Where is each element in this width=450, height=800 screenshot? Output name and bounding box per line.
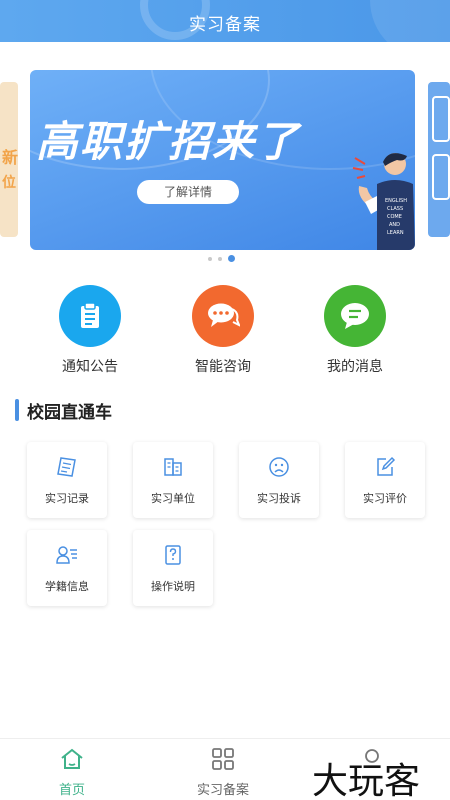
svg-text:ENGLISH: ENGLISH	[385, 198, 407, 204]
nav-home-label: 首页	[58, 783, 85, 798]
banner-slide[interactable]: 高职扩招来了 了解详情 ENGLISH CLASS COME AND LEARN	[30, 70, 415, 250]
internship-complaint-label: 实习投诉	[257, 492, 301, 505]
banner-headline: 高职扩招来了	[36, 117, 301, 166]
carousel-indicator[interactable]	[208, 255, 235, 262]
internship-evaluation-label: 实习评价	[363, 492, 407, 505]
chat-bubbles-icon	[192, 285, 254, 347]
section-title: 校园直通车	[27, 402, 112, 423]
student-status-card[interactable]: 学籍信息	[27, 530, 107, 606]
student-status-label: 学籍信息	[45, 580, 89, 593]
watermark: 大玩客	[312, 761, 421, 800]
sad-face-icon	[239, 456, 319, 478]
internship-company-label: 实习单位	[151, 492, 195, 505]
clipboard-icon	[59, 285, 121, 347]
notice-button[interactable]: 通知公告	[45, 285, 135, 376]
consult-label: 智能咨询	[195, 359, 251, 375]
message-icon	[324, 285, 386, 347]
section-header: 校园直通车	[15, 398, 112, 423]
next-banner-decoration	[432, 154, 450, 200]
svg-text:AND: AND	[389, 222, 400, 228]
next-banner-decoration	[432, 96, 450, 142]
instructions-card[interactable]: 操作说明	[133, 530, 213, 606]
banner-carousel[interactable]: 新 位 高职扩招来了 了解详情 ENGLISH CLASS COME AND L…	[0, 70, 450, 250]
previous-banner-text: 新	[1, 148, 18, 167]
messages-label: 我的消息	[327, 359, 383, 375]
page-title: 实习备案	[189, 15, 261, 35]
notice-label: 通知公告	[62, 359, 118, 375]
id-card-icon	[27, 544, 107, 566]
edit-icon	[345, 456, 425, 478]
section-accent-bar	[15, 399, 19, 421]
help-document-icon	[133, 544, 213, 566]
banner-details-button[interactable]: 了解详情	[137, 180, 239, 204]
building-icon	[133, 456, 213, 478]
next-banner-peek[interactable]	[428, 82, 450, 237]
nav-internship-filing[interactable]: 实习备案	[173, 747, 273, 798]
carousel-dot[interactable]	[218, 256, 222, 261]
consult-button[interactable]: 智能咨询	[178, 285, 268, 376]
previous-banner-peek[interactable]: 新 位	[0, 82, 18, 237]
svg-text:CLASS: CLASS	[387, 206, 403, 212]
previous-banner-text: 位	[2, 175, 16, 191]
quick-actions: 通知公告 智能咨询 我的消息	[0, 285, 450, 375]
carousel-dot-active[interactable]	[228, 255, 235, 262]
internship-complaint-card[interactable]: 实习投诉	[239, 442, 319, 518]
internship-record-card[interactable]: 实习记录	[27, 442, 107, 518]
carousel-dot[interactable]	[208, 256, 212, 261]
internship-company-card[interactable]: 实习单位	[133, 442, 213, 518]
nav-internship-filing-label: 实习备案	[196, 783, 249, 798]
home-icon	[61, 748, 83, 769]
notebook-icon	[27, 456, 107, 478]
svg-text:LEARN: LEARN	[387, 230, 404, 236]
top-header: 实习备案	[0, 0, 450, 42]
internship-evaluation-card[interactable]: 实习评价	[345, 442, 425, 518]
nav-home[interactable]: 首页	[22, 747, 122, 798]
svg-text:COME: COME	[387, 214, 402, 220]
messages-button[interactable]: 我的消息	[310, 285, 400, 376]
grid-icon	[212, 748, 234, 770]
instructions-label: 操作说明	[151, 580, 195, 593]
banner-person-illustration: ENGLISH CLASS COME AND LEARN	[352, 153, 415, 250]
internship-record-label: 实习记录	[45, 492, 89, 505]
